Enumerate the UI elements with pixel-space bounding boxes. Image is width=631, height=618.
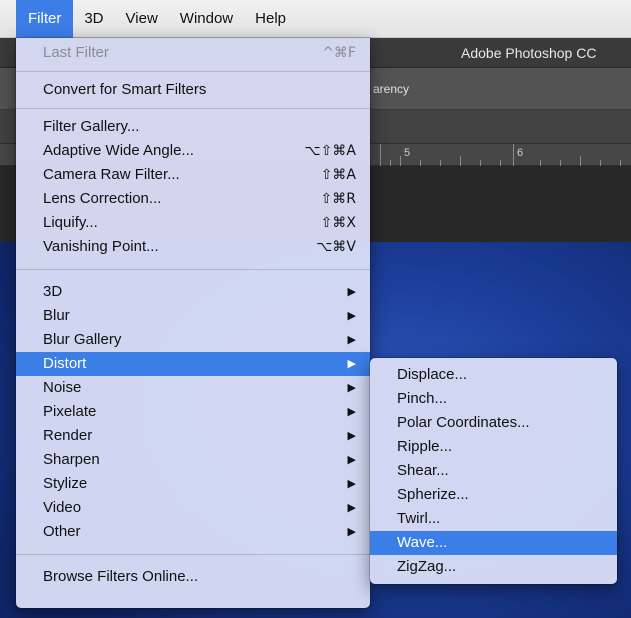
submenu-arrow-icon: ▶ bbox=[347, 405, 356, 418]
submenu-arrow-icon: ▶ bbox=[347, 381, 356, 394]
submenu-arrow-icon: ▶ bbox=[347, 453, 356, 466]
menu-separator bbox=[16, 71, 370, 72]
submenu-arrow-icon: ▶ bbox=[347, 357, 356, 370]
menu-item-sharpen[interactable]: Sharpen ▶ bbox=[16, 448, 370, 472]
app-title: Adobe Photoshop CC bbox=[461, 45, 597, 61]
shortcut-camera-raw-filter: ⇧⌘A bbox=[320, 167, 356, 183]
menu-item-adaptive-wide-angle[interactable]: Adaptive Wide Angle... ⌥⇧⌘A bbox=[16, 139, 370, 163]
menu-separator bbox=[16, 269, 370, 270]
submenu-arrow-icon: ▶ bbox=[347, 525, 356, 538]
menu-item-twirl[interactable]: Twirl... bbox=[370, 507, 617, 531]
menu-item-browse-filters-online[interactable]: Browse Filters Online... bbox=[16, 565, 370, 589]
menu-item-displace[interactable]: Displace... bbox=[370, 363, 617, 387]
menu-item-wave[interactable]: Wave... bbox=[370, 531, 617, 555]
shortcut-liquify: ⇧⌘X bbox=[320, 215, 356, 231]
menu-separator bbox=[16, 108, 370, 109]
submenu-arrow-icon: ▶ bbox=[347, 333, 356, 346]
menu-filter[interactable]: Filter bbox=[16, 0, 74, 38]
menu-item-pinch[interactable]: Pinch... bbox=[370, 387, 617, 411]
ruler-number-5: 5 bbox=[404, 147, 411, 159]
menu-item-zigzag[interactable]: ZigZag... bbox=[370, 555, 617, 579]
filter-menu: Last Filter ^⌘F Convert for Smart Filter… bbox=[16, 38, 370, 608]
menu-item-spherize[interactable]: Spherize... bbox=[370, 483, 617, 507]
shortcut-vanishing-point: ⌥⌘V bbox=[316, 239, 356, 255]
menu-item-render[interactable]: Render ▶ bbox=[16, 424, 370, 448]
mac-menu-bar: Filter 3D View Window Help bbox=[0, 0, 631, 38]
menu-3d[interactable]: 3D bbox=[73, 0, 114, 38]
submenu-arrow-icon: ▶ bbox=[347, 309, 356, 322]
menu-item-vanishing-point[interactable]: Vanishing Point... ⌥⌘V bbox=[16, 235, 370, 259]
menu-item-pixelate[interactable]: Pixelate ▶ bbox=[16, 400, 370, 424]
submenu-arrow-icon: ▶ bbox=[347, 501, 356, 514]
submenu-arrow-icon: ▶ bbox=[347, 429, 356, 442]
menu-item-camera-raw-filter[interactable]: Camera Raw Filter... ⇧⌘A bbox=[16, 163, 370, 187]
ruler-number-6: 6 bbox=[517, 147, 524, 159]
menu-item-lens-correction[interactable]: Lens Correction... ⇧⌘R bbox=[16, 187, 370, 211]
menu-item-distort[interactable]: Distort ▶ bbox=[16, 352, 370, 376]
distort-submenu: Displace... Pinch... Polar Coordinates..… bbox=[370, 358, 617, 584]
submenu-arrow-icon: ▶ bbox=[347, 285, 356, 298]
shortcut-last-filter: ^⌘F bbox=[322, 45, 356, 61]
menu-item-blur-gallery[interactable]: Blur Gallery ▶ bbox=[16, 328, 370, 352]
menu-view[interactable]: View bbox=[115, 0, 169, 38]
menu-help[interactable]: Help bbox=[244, 0, 297, 38]
menu-item-convert-smart-filters[interactable]: Convert for Smart Filters bbox=[16, 78, 370, 102]
menu-item-ripple[interactable]: Ripple... bbox=[370, 435, 617, 459]
shortcut-lens-correction: ⇧⌘R bbox=[320, 191, 356, 207]
menu-item-stylize[interactable]: Stylize ▶ bbox=[16, 472, 370, 496]
menu-separator bbox=[16, 554, 370, 555]
menu-item-other[interactable]: Other ▶ bbox=[16, 520, 370, 544]
menu-window[interactable]: Window bbox=[169, 0, 244, 38]
transparency-label: arency bbox=[373, 82, 410, 96]
menu-item-polar-coordinates[interactable]: Polar Coordinates... bbox=[370, 411, 617, 435]
menu-item-blur[interactable]: Blur ▶ bbox=[16, 304, 370, 328]
menu-item-filter-gallery[interactable]: Filter Gallery... bbox=[16, 115, 370, 139]
shortcut-adaptive-wide-angle: ⌥⇧⌘A bbox=[304, 143, 356, 159]
menu-item-video[interactable]: Video ▶ bbox=[16, 496, 370, 520]
menu-item-liquify[interactable]: Liquify... ⇧⌘X bbox=[16, 211, 370, 235]
menu-item-last-filter: Last Filter ^⌘F bbox=[16, 41, 370, 65]
menu-item-shear[interactable]: Shear... bbox=[370, 459, 617, 483]
submenu-arrow-icon: ▶ bbox=[347, 477, 356, 490]
menu-item-3d[interactable]: 3D ▶ bbox=[16, 280, 370, 304]
menu-item-noise[interactable]: Noise ▶ bbox=[16, 376, 370, 400]
